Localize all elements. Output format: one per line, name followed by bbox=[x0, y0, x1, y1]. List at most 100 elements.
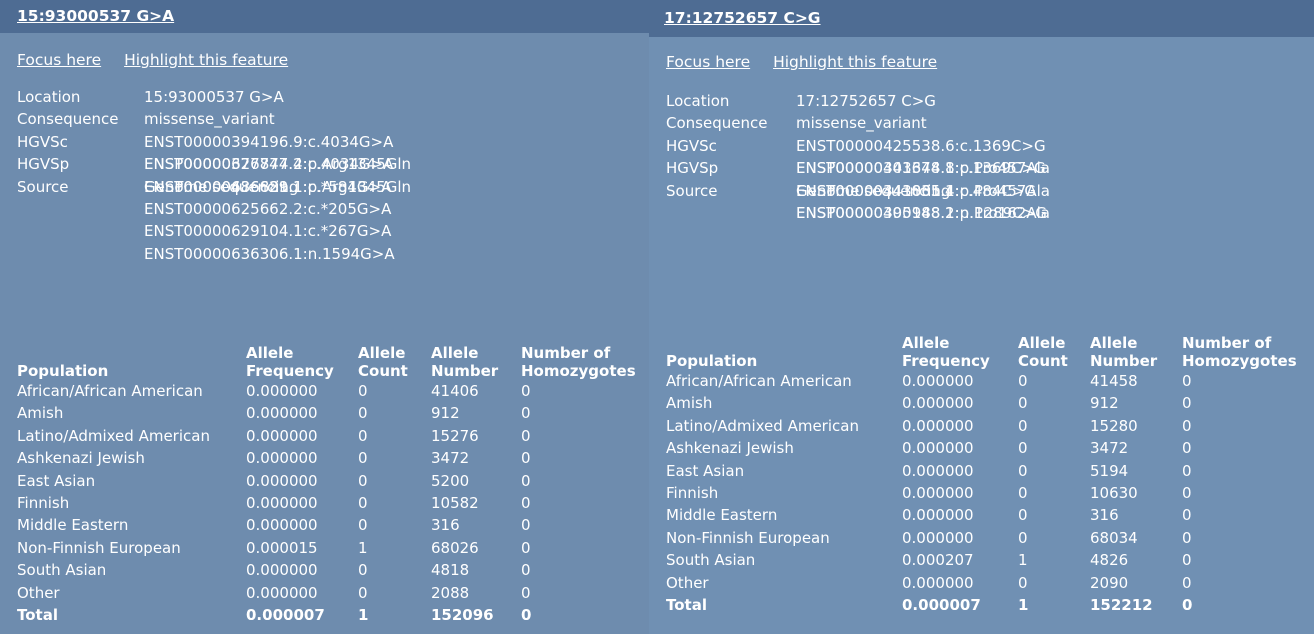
column-header: Allele Frequency bbox=[902, 334, 990, 370]
table-cell: Middle Eastern bbox=[17, 516, 129, 535]
table-cell: 0 bbox=[1182, 461, 1192, 480]
table-cell: Finnish bbox=[666, 484, 719, 503]
panel-links: Focus here Highlight this feature bbox=[666, 53, 955, 71]
table-row: Other 0.000000 0 2090 0 bbox=[666, 572, 1308, 594]
table-cell: 0 bbox=[358, 382, 368, 400]
table-cell: Middle Eastern bbox=[666, 506, 778, 525]
table-cell: Latino/Admixed American bbox=[17, 426, 210, 445]
table-cell: 0 bbox=[1182, 506, 1192, 525]
info-values: 17:12752657 C>G bbox=[796, 90, 936, 112]
table-cell: 0 bbox=[1018, 573, 1028, 592]
table-cell: Amish bbox=[666, 394, 713, 413]
table-cell: South Asian bbox=[666, 551, 756, 570]
table-cell: 0 bbox=[1018, 506, 1028, 525]
info-row: Consequence missense_variant bbox=[17, 108, 411, 130]
table-cell: 2090 bbox=[1090, 573, 1129, 592]
table-cell: 0 bbox=[358, 561, 368, 580]
column-header: Population bbox=[666, 352, 758, 370]
table-row: African/African American 0.000000 0 41458 0 bbox=[666, 370, 1308, 392]
focus-here-link[interactable]: Focus here bbox=[666, 53, 750, 71]
table-cell: 10630 bbox=[1090, 484, 1138, 503]
table-row: Non-Finnish European 0.000015 1 68026 0 bbox=[17, 537, 647, 559]
column-header: Allele Count bbox=[358, 344, 408, 380]
total-cell: 1 bbox=[358, 606, 369, 625]
variant-info: Location 15:93000537 G>A Consequence missen… bbox=[17, 86, 411, 263]
table-cell: 912 bbox=[1090, 394, 1119, 413]
info-row: Consequence missense_variant bbox=[666, 112, 1050, 134]
table-cell: 0.000000 bbox=[246, 471, 318, 490]
table-cell: 4826 bbox=[1090, 551, 1129, 570]
table-row: East Asian 0.000000 0 5194 0 bbox=[666, 460, 1308, 482]
table-cell: Amish bbox=[17, 404, 64, 423]
info-key: HGVSc bbox=[666, 136, 717, 155]
total-cell: 152212 bbox=[1090, 596, 1153, 615]
info-values: Genome sequencing bbox=[796, 180, 950, 202]
info-key: HGVSp bbox=[17, 155, 70, 174]
table-cell: 5194 bbox=[1090, 461, 1129, 480]
table-row: Other 0.000000 0 2088 0 bbox=[17, 582, 647, 604]
table-row: Non-Finnish European 0.000000 0 68034 0 bbox=[666, 527, 1308, 549]
focus-here-link[interactable]: Focus here bbox=[17, 51, 101, 69]
table-cell: 0 bbox=[1182, 372, 1192, 390]
table-cell: 0.000000 bbox=[902, 573, 974, 592]
table-cell: Latino/Admixed American bbox=[666, 416, 859, 435]
table-cell: 0 bbox=[1182, 439, 1192, 458]
table-cell: 316 bbox=[1090, 506, 1119, 525]
table-cell: Other bbox=[666, 573, 709, 592]
table-cell: 0 bbox=[1182, 394, 1192, 413]
column-header: Allele Count bbox=[1018, 334, 1068, 370]
info-value: Genome sequencing bbox=[144, 177, 299, 196]
table-cell: 0 bbox=[521, 494, 531, 513]
population-table: Population Allele Frequency Allele Count Al… bbox=[17, 344, 647, 626]
table-cell: 0 bbox=[521, 583, 531, 602]
table-cell: 0.000000 bbox=[902, 461, 974, 480]
info-value: ENSP00000401678.1:p.Pro457Ala bbox=[796, 159, 1050, 178]
table-cell: 0 bbox=[1018, 439, 1028, 458]
table-cell: 3472 bbox=[431, 449, 470, 468]
table-cell: 5200 bbox=[431, 471, 470, 490]
info-values: Genome sequencing bbox=[144, 176, 298, 198]
table-cell: 0 bbox=[521, 382, 531, 400]
variant-title[interactable]: 15:93000537 G>A bbox=[0, 0, 649, 33]
info-key: Location bbox=[666, 92, 730, 110]
column-header: Allele Number bbox=[1090, 334, 1158, 370]
table-cell: 0.000000 bbox=[246, 404, 318, 423]
table-cell: 0.000000 bbox=[246, 382, 318, 400]
info-value: ENST00000394196.9:c.4034G>A bbox=[144, 132, 394, 151]
info-value: missense_variant bbox=[796, 114, 927, 133]
table-cell: 0.000000 bbox=[246, 449, 318, 468]
table-cell: 0 bbox=[521, 561, 531, 580]
total-cell: 152096 bbox=[431, 606, 494, 625]
table-cell: 0 bbox=[521, 516, 531, 535]
highlight-feature-link[interactable]: Highlight this feature bbox=[124, 51, 288, 69]
table-cell: 68026 bbox=[431, 538, 479, 557]
info-value: 15:93000537 G>A bbox=[144, 88, 284, 106]
table-cell: 0 bbox=[1018, 528, 1028, 547]
table-row: Finnish 0.000000 0 10582 0 bbox=[17, 492, 647, 514]
table-cell: 41406 bbox=[431, 382, 479, 400]
info-value: missense_variant bbox=[144, 110, 275, 129]
table-cell: 68034 bbox=[1090, 528, 1138, 547]
table-cell: 0 bbox=[358, 516, 368, 535]
table-row: African/African American 0.000000 0 41406 0 bbox=[17, 380, 647, 402]
table-cell: 0 bbox=[1018, 372, 1028, 390]
variant-panel-right: 17:12752657 C>G Focus here Highlight thi… bbox=[649, 0, 1314, 634]
column-header: Number of Homozygotes bbox=[1182, 334, 1297, 370]
info-key: Source bbox=[666, 181, 718, 200]
table-cell: 0 bbox=[358, 404, 368, 423]
info-values: missense_variant bbox=[796, 112, 927, 134]
total-cell: 0 bbox=[521, 606, 532, 625]
info-key: Location bbox=[17, 88, 81, 106]
table-cell: 0 bbox=[358, 583, 368, 602]
total-cell: 0 bbox=[1182, 596, 1193, 615]
table-row: Latino/Admixed American 0.000000 0 15276 0 bbox=[17, 425, 647, 447]
table-cell: 0.000207 bbox=[902, 551, 974, 570]
highlight-feature-link[interactable]: Highlight this feature bbox=[773, 53, 937, 71]
table-row: Ashkenazi Jewish 0.000000 0 3472 0 bbox=[17, 447, 647, 469]
table-cell: South Asian bbox=[17, 561, 107, 580]
variant-title[interactable]: 17:12752657 C>G bbox=[649, 0, 1314, 37]
table-cell: 0 bbox=[358, 494, 368, 513]
info-key: Source bbox=[17, 177, 69, 196]
panel-links: Focus here Highlight this feature bbox=[17, 51, 306, 69]
total-cell: 0.000007 bbox=[246, 606, 325, 625]
